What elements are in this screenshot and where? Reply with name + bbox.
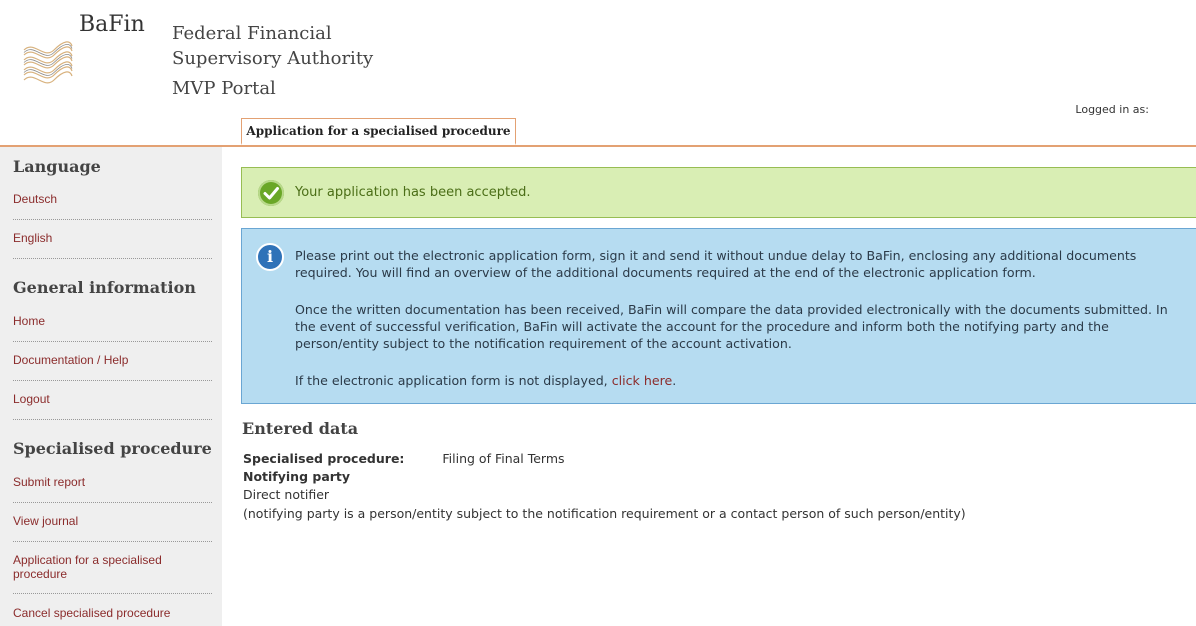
notifying-party-value: Direct notifier: [243, 487, 330, 502]
info-paragraph-3: If the electronic application form is no…: [295, 372, 1190, 389]
brand-name: BaFin: [79, 12, 145, 37]
click-here-link[interactable]: click here: [612, 373, 673, 388]
sidebar-item-deutsch[interactable]: Deutsch: [13, 192, 212, 206]
authority-name: Federal Financial Supervisory Authority: [172, 21, 373, 71]
entered-data-title: Entered data: [242, 419, 359, 438]
sidebar-heading-general: General information: [13, 278, 196, 297]
info-paragraph-2: Once the written documentation has been …: [295, 302, 1168, 351]
sidebar-divider: [13, 541, 212, 542]
sidebar-item-view-journal[interactable]: View journal: [13, 514, 212, 528]
info-paragraph-3-suffix: .: [672, 373, 677, 388]
sidebar-heading-specialised-procedure: Specialised procedure: [13, 439, 212, 458]
info-message: i Please print out the electronic applic…: [241, 228, 1196, 404]
info-paragraph-3-prefix: If the electronic application form is no…: [295, 373, 612, 388]
sidebar-item-application-specialised-procedure[interactable]: Application for a specialised procedure: [13, 553, 193, 581]
authority-line-2: Supervisory Authority: [172, 48, 374, 69]
info-paragraph-1: Please print out the electronic applicat…: [295, 248, 1137, 280]
bafin-logo: [23, 41, 73, 84]
sidebar-divider: [13, 380, 212, 381]
sidebar-divider: [13, 419, 212, 420]
sidebar: Language Deutsch English General informa…: [0, 147, 222, 626]
sidebar-divider: [13, 258, 212, 259]
sidebar-item-english[interactable]: English: [13, 231, 212, 245]
success-text: Your application has been accepted.: [295, 185, 531, 200]
sidebar-divider: [13, 502, 212, 503]
notifying-party-note: (notifying party is a person/entity subj…: [243, 506, 966, 521]
authority-line-1: Federal Financial: [172, 23, 332, 44]
logged-in-label: Logged in as:: [1075, 103, 1149, 116]
sidebar-item-logout[interactable]: Logout: [13, 392, 212, 406]
procedure-value: Filing of Final Terms: [442, 451, 565, 466]
portal-name: MVP Portal: [172, 78, 276, 99]
procedure-row: Specialised procedure: Filing of Final T…: [243, 451, 565, 466]
info-icon: i: [256, 243, 284, 271]
sidebar-item-home[interactable]: Home: [13, 314, 212, 328]
sidebar-item-cancel-specialised-procedure[interactable]: Cancel specialised procedure: [13, 606, 212, 620]
tab-application-specialised-procedure[interactable]: Application for a specialised procedure: [241, 118, 516, 145]
check-circle-icon: [258, 180, 284, 206]
sidebar-item-submit-report[interactable]: Submit report: [13, 475, 212, 489]
sidebar-divider: [13, 341, 212, 342]
sidebar-divider: [13, 593, 212, 594]
sidebar-heading-language: Language: [13, 157, 101, 176]
sidebar-item-documentation-help[interactable]: Documentation / Help: [13, 353, 212, 367]
procedure-label: Specialised procedure:: [243, 451, 405, 466]
success-message: Your application has been accepted.: [241, 167, 1196, 218]
sidebar-divider: [13, 219, 212, 220]
notifying-party-label: Notifying party: [243, 469, 351, 484]
